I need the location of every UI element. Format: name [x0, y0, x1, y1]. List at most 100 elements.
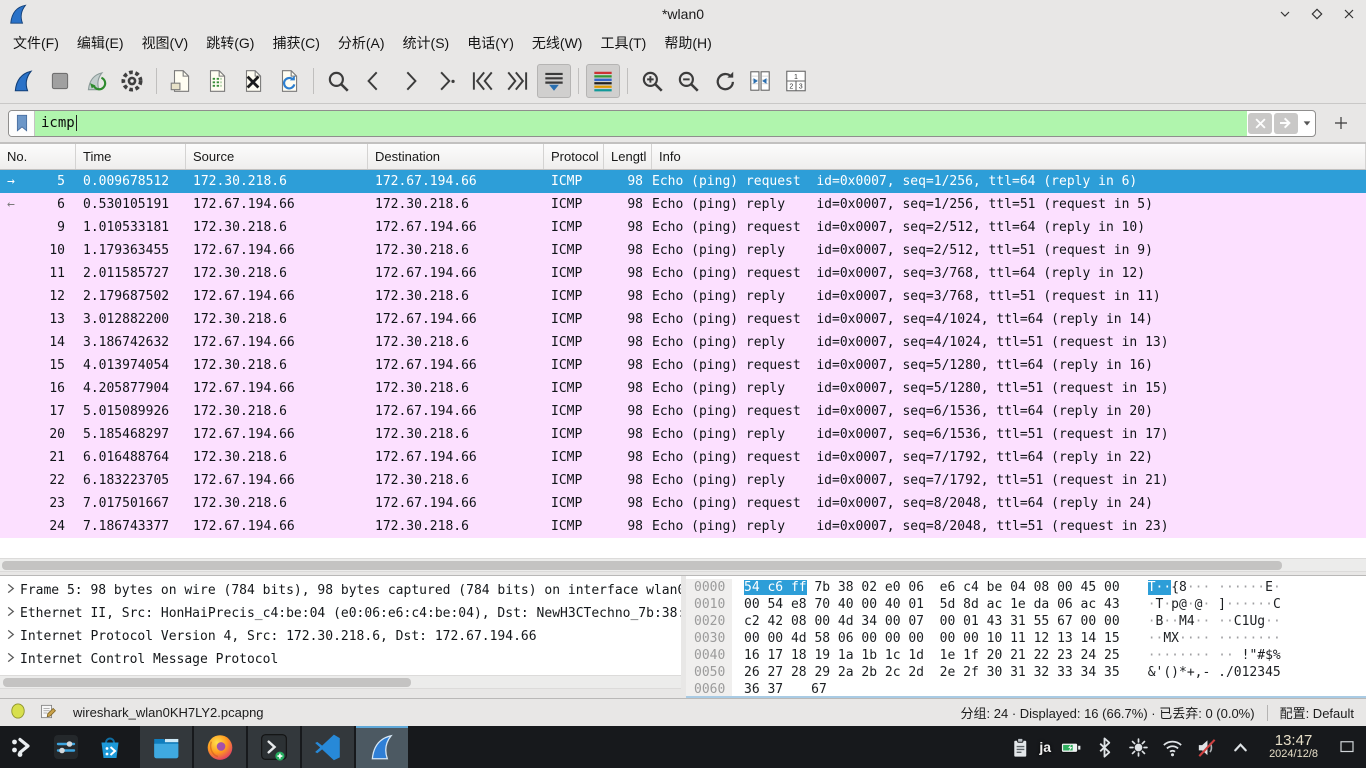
- menu-item-2[interactable]: 视图(V): [133, 29, 198, 57]
- menu-item-10[interactable]: 帮助(H): [655, 29, 720, 57]
- go-back-icon[interactable]: [357, 64, 391, 98]
- hex-row[interactable]: 006036 3767: [686, 681, 1366, 698]
- app-menu-icon[interactable]: [0, 726, 44, 768]
- expand-chevron-icon[interactable]: [0, 629, 20, 644]
- profile-selector[interactable]: 配置: Default: [1280, 703, 1354, 722]
- packet-row[interactable]: 175.015089926172.30.218.6172.67.194.66IC…: [0, 400, 1366, 423]
- menu-item-7[interactable]: 电话(Y): [458, 29, 523, 57]
- packet-row[interactable]: 164.205877904172.67.194.66172.30.218.6IC…: [0, 377, 1366, 400]
- expert-info-icon[interactable]: [10, 703, 26, 722]
- capture-comment-icon[interactable]: [40, 703, 57, 723]
- packet-row[interactable]: 247.186743377172.67.194.66172.30.218.6IC…: [0, 515, 1366, 538]
- menu-item-8[interactable]: 无线(W): [523, 29, 592, 57]
- packet-row[interactable]: 122.179687502172.67.194.66172.30.218.6IC…: [0, 285, 1366, 308]
- capture-options-icon[interactable]: [115, 64, 149, 98]
- close-button[interactable]: [1338, 3, 1360, 25]
- packet-row[interactable]: 216.016488764172.30.218.6172.67.194.66IC…: [0, 446, 1366, 469]
- expand-tray-icon[interactable]: [1225, 726, 1255, 768]
- hex-row[interactable]: 005026 27 28 29 2a 2b 2c 2d 2e 2f 30 31 …: [686, 664, 1366, 681]
- maximize-button[interactable]: [1306, 3, 1328, 25]
- colorize-icon[interactable]: [586, 64, 620, 98]
- packet-row[interactable]: 101.179363455172.67.194.66172.30.218.6IC…: [0, 239, 1366, 262]
- column-header-source[interactable]: Source: [186, 144, 368, 169]
- filter-dropdown-icon[interactable]: [1299, 111, 1315, 136]
- packet-row[interactable]: 226.183223705172.67.194.66172.30.218.6IC…: [0, 469, 1366, 492]
- packet-row[interactable]: 154.013974054172.30.218.6172.67.194.66IC…: [0, 354, 1366, 377]
- software-center-icon[interactable]: [88, 726, 132, 768]
- filter-input[interactable]: icmp: [35, 111, 1247, 136]
- column-header-time[interactable]: Time: [76, 144, 186, 169]
- menu-item-9[interactable]: 工具(T): [591, 29, 655, 57]
- hex-row[interactable]: 000054 c6 ff 7b 38 02 e0 06 e6 c4 be 04 …: [686, 579, 1366, 596]
- wifi-icon[interactable]: [1157, 726, 1187, 768]
- menu-item-1[interactable]: 编辑(E): [68, 29, 133, 57]
- resize-columns-icon[interactable]: [743, 64, 777, 98]
- menu-item-3[interactable]: 跳转(G): [197, 29, 263, 57]
- bookmark-icon[interactable]: [9, 111, 35, 136]
- hex-row[interactable]: 0020c2 42 08 00 4d 34 00 07 00 01 43 31 …: [686, 613, 1366, 630]
- clipboard-icon[interactable]: [1005, 726, 1035, 768]
- show-desktop-button[interactable]: [1332, 726, 1362, 768]
- open-file-icon[interactable]: [164, 64, 198, 98]
- packet-row[interactable]: 112.011585727172.30.218.6172.67.194.66IC…: [0, 262, 1366, 285]
- detail-row-3[interactable]: Internet Control Message Protocol: [0, 648, 681, 671]
- go-first-icon[interactable]: [465, 64, 499, 98]
- zoom-reset-icon[interactable]: [707, 64, 741, 98]
- expand-chevron-icon[interactable]: [0, 606, 20, 621]
- hex-row[interactable]: 001000 54 e8 70 40 00 40 01 5d 8d ac 1e …: [686, 596, 1366, 613]
- packet-row[interactable]: 143.186742632172.67.194.66172.30.218.6IC…: [0, 331, 1366, 354]
- reload-file-icon[interactable]: [272, 64, 306, 98]
- volume-muted-icon[interactable]: [1191, 726, 1221, 768]
- add-filter-button-icon[interactable]: [1328, 110, 1354, 136]
- battery-icon[interactable]: [1055, 726, 1085, 768]
- start-capture-icon[interactable]: [7, 64, 41, 98]
- expand-chevron-icon[interactable]: [0, 652, 20, 667]
- menu-item-5[interactable]: 分析(A): [329, 29, 394, 57]
- task-terminal-icon[interactable]: [248, 726, 300, 768]
- column-header-protocol[interactable]: Protocol: [544, 144, 604, 169]
- auto-scroll-icon[interactable]: [537, 64, 571, 98]
- scrollbar-thumb[interactable]: [3, 678, 411, 687]
- go-last-icon[interactable]: [501, 64, 535, 98]
- column-header-destination[interactable]: Destination: [368, 144, 544, 169]
- packet-row[interactable]: 5→0.009678512172.30.218.6172.67.194.66IC…: [0, 170, 1366, 193]
- task-firefox-icon[interactable]: [194, 726, 246, 768]
- settings-sliders-icon[interactable]: [44, 726, 88, 768]
- clock[interactable]: 13:47 2024/12/8: [1269, 733, 1318, 760]
- menu-item-0[interactable]: 文件(F): [4, 29, 68, 57]
- detail-row-0[interactable]: Frame 5: 98 bytes on wire (784 bits), 98…: [0, 579, 681, 602]
- close-file-icon[interactable]: [236, 64, 270, 98]
- clear-filter-icon[interactable]: [1248, 113, 1272, 134]
- find-packet-icon[interactable]: [321, 64, 355, 98]
- column-header-length[interactable]: Lengtl: [604, 144, 652, 169]
- packet-row[interactable]: 6←0.530105191172.67.194.66172.30.218.6IC…: [0, 193, 1366, 216]
- task-file-manager-icon[interactable]: [140, 726, 192, 768]
- brightness-icon[interactable]: [1123, 726, 1153, 768]
- task-wireshark-icon[interactable]: [356, 726, 408, 768]
- menu-item-6[interactable]: 统计(S): [394, 29, 459, 57]
- zoom-in-icon[interactable]: [635, 64, 669, 98]
- minimize-button[interactable]: [1274, 3, 1296, 25]
- task-vscode-icon[interactable]: [302, 726, 354, 768]
- go-forward-icon[interactable]: [393, 64, 427, 98]
- title-bar[interactable]: *wlan0: [0, 0, 1366, 28]
- hex-row[interactable]: 004016 17 18 19 1a 1b 1c 1d 1e 1f 20 21 …: [686, 647, 1366, 664]
- bluetooth-icon[interactable]: [1089, 726, 1119, 768]
- scrollbar-thumb[interactable]: [2, 561, 1282, 570]
- column-header-info[interactable]: Info: [652, 144, 1366, 169]
- keyboard-layout-indicator[interactable]: ja: [1039, 739, 1051, 755]
- zoom-out-icon[interactable]: [671, 64, 705, 98]
- expand-chevron-icon[interactable]: [0, 583, 20, 598]
- menu-item-4[interactable]: 捕获(C): [263, 29, 328, 57]
- packet-row[interactable]: 205.185468297172.67.194.66172.30.218.6IC…: [0, 423, 1366, 446]
- column-header-no[interactable]: No.: [0, 144, 76, 169]
- packet-row[interactable]: 237.017501667172.30.218.6172.67.194.66IC…: [0, 492, 1366, 515]
- go-to-packet-icon[interactable]: [429, 64, 463, 98]
- packet-row[interactable]: 91.010533181172.30.218.6172.67.194.66ICM…: [0, 216, 1366, 239]
- stop-capture-icon[interactable]: [43, 64, 77, 98]
- apply-filter-icon[interactable]: [1274, 113, 1298, 134]
- restart-capture-icon[interactable]: [79, 64, 113, 98]
- hex-row[interactable]: 003000 00 4d 58 06 00 00 00 00 00 10 11 …: [686, 630, 1366, 647]
- detail-row-2[interactable]: Internet Protocol Version 4, Src: 172.30…: [0, 625, 681, 648]
- layout-columns-icon[interactable]: 123: [779, 64, 813, 98]
